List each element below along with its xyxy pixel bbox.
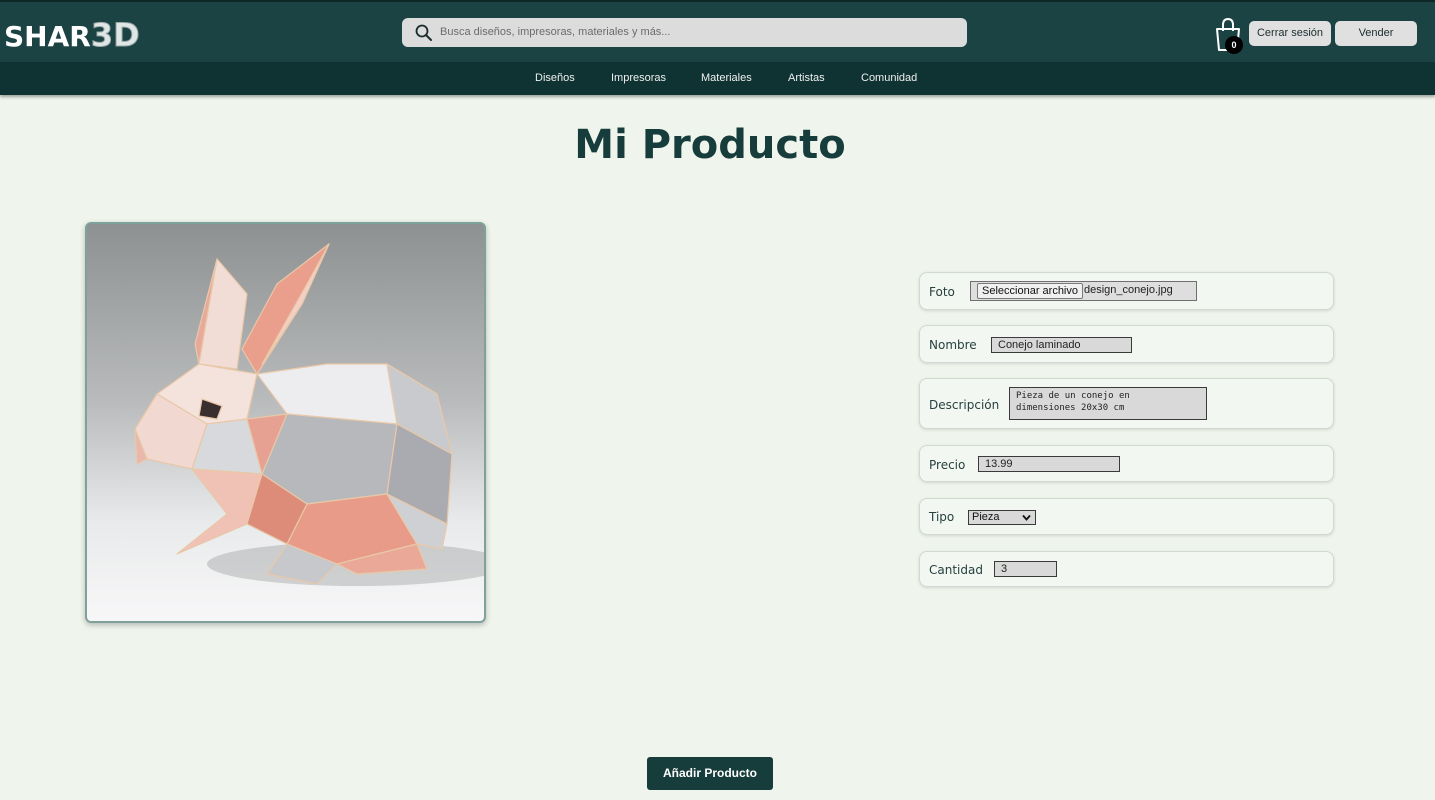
name-label: Nombre (929, 338, 977, 352)
quantity-label: Cantidad (929, 563, 983, 577)
logo-text: SHAR (4, 20, 91, 53)
nav-item-artistas[interactable]: Artistas (788, 72, 825, 84)
nav-item-impresoras[interactable]: Impresoras (611, 72, 666, 84)
description-textarea[interactable]: Pieza de un conejo en dimensiones 20x30 … (1009, 387, 1207, 420)
logo-accent: 3D (90, 16, 140, 55)
search-icon (415, 24, 432, 41)
file-name: design_conejo.jpg (1084, 284, 1173, 296)
add-product-button[interactable]: Añadir Producto (647, 757, 773, 790)
description-label: Descripción (929, 398, 1000, 412)
description-field: Descripción Pieza de un conejo en dimens… (919, 378, 1334, 429)
photo-field: Foto Seleccionar archivo design_conejo.j… (919, 272, 1334, 310)
page-title: Mi Producto (574, 122, 846, 168)
main-nav: Diseños Impresoras Materiales Artistas C… (0, 62, 1435, 95)
photo-file-input[interactable]: Seleccionar archivo design_conejo.jpg (970, 281, 1197, 301)
price-label: Precio (929, 458, 966, 472)
nav-item-comunidad[interactable]: Comunidad (861, 72, 917, 84)
logout-button[interactable]: Cerrar sesión (1249, 21, 1331, 46)
choose-file-button[interactable]: Seleccionar archivo (977, 283, 1083, 299)
name-field: Nombre Conejo laminado (919, 325, 1334, 363)
product-image (85, 222, 486, 623)
sell-button[interactable]: Vender (1335, 21, 1417, 46)
type-field: Tipo Pieza (919, 498, 1334, 535)
nav-item-materiales[interactable]: Materiales (701, 72, 752, 84)
photo-label: Foto (929, 285, 955, 299)
quantity-input[interactable]: 3 (994, 561, 1057, 577)
search-bar[interactable]: Busca diseños, impresoras, materiales y … (402, 18, 967, 47)
chevron-down-icon (1022, 514, 1031, 521)
type-label: Tipo (929, 510, 955, 524)
type-select[interactable]: Pieza (968, 510, 1036, 525)
origami-rabbit-image (134, 243, 484, 586)
quantity-field: Cantidad 3 (919, 551, 1334, 587)
price-field: Precio 13.99 (919, 445, 1334, 482)
price-input[interactable]: 13.99 (978, 456, 1120, 472)
cart-count-badge: 0 (1225, 36, 1243, 54)
nav-item-disenos[interactable]: Diseños (535, 72, 575, 84)
search-placeholder: Busca diseños, impresoras, materiales y … (440, 26, 671, 38)
site-logo[interactable]: SHAR3D (4, 16, 140, 55)
top-header: SHAR3D Busca diseños, impresoras, materi… (0, 0, 1435, 62)
name-input[interactable]: Conejo laminado (991, 337, 1132, 353)
type-selected-value: Pieza (972, 511, 1000, 523)
